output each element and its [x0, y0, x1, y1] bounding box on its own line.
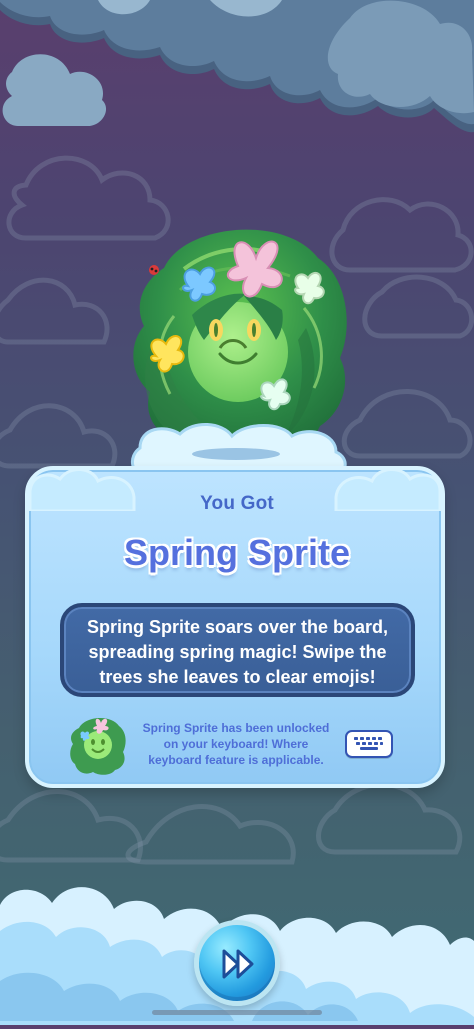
- top-cloud-bank: [0, 0, 474, 133]
- spring-sprite-icon: [70, 717, 126, 775]
- keyboard-icon: [345, 730, 393, 758]
- fast-forward-icon: [222, 949, 254, 979]
- keyboard-unlock-message: Spring Sprite has been unlocked on your …: [142, 721, 330, 767]
- home-indicator: [152, 1010, 322, 1015]
- reward-description: Spring Sprite soars over the board, spre…: [60, 603, 415, 697]
- reward-heading: You Got: [200, 493, 274, 514]
- skip-button[interactable]: [194, 920, 280, 1006]
- keyboard-unlock-row: Spring Sprite has been unlocked on your …: [65, 710, 405, 780]
- reward-item-name: Spring Sprite: [123, 532, 351, 573]
